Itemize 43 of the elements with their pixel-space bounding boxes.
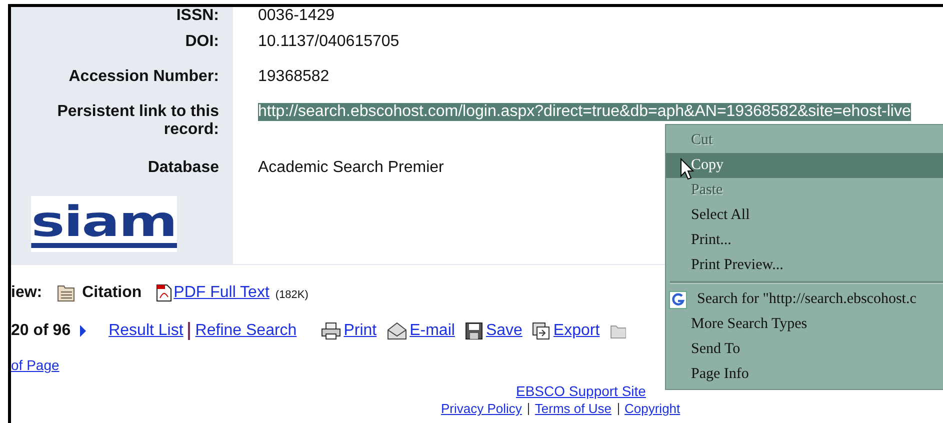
field-value: Academic Search Premier — [258, 159, 444, 177]
selected-link-text: http://search.ebscohost.com/login.aspx?direct=true&db=aph&AN=19368582&site=ehost-live — [258, 103, 911, 121]
field-label: DOI: — [184, 33, 219, 51]
action-link[interactable]: Save — [486, 322, 522, 340]
field-label: Database — [146, 159, 219, 177]
menu-item[interactable]: Page Info — [666, 362, 943, 387]
menu-item[interactable]: Send To — [666, 337, 943, 362]
action-link[interactable]: Print — [344, 322, 377, 340]
next-arrow-icon[interactable] — [78, 324, 87, 338]
pdf-full-text-link[interactable]: PDF Full Text — [174, 284, 270, 302]
pdf-icon — [156, 284, 172, 302]
siam-logo: siam — [31, 196, 177, 252]
footer-link[interactable]: Terms of Use — [534, 401, 612, 416]
google-icon — [669, 290, 687, 308]
action-link[interactable]: E-mail — [410, 322, 455, 340]
refine-search-link[interactable]: Refine Search — [195, 322, 297, 340]
footer-link[interactable]: Privacy Policy — [441, 401, 522, 416]
support-site-link[interactable]: EBSCO Support Site — [516, 383, 646, 399]
action-link[interactable]: Export — [553, 322, 600, 340]
printer-icon — [320, 322, 341, 340]
export-icon — [532, 322, 550, 340]
field-label: Persistent link to this record: — [56, 103, 219, 139]
view-label: iew: — [11, 284, 42, 302]
document-icon — [56, 284, 76, 302]
top-of-page-link[interactable]: of Page — [11, 357, 60, 373]
menu-item[interactable]: Select All — [666, 203, 943, 228]
result-list-link[interactable]: Result List — [108, 322, 184, 340]
folder-icon[interactable] — [610, 323, 626, 339]
footer-link[interactable]: Copyright — [624, 401, 680, 416]
citation-label: Citation — [82, 284, 142, 302]
menu-item[interactable]: Search for "http://search.ebscohost.c — [666, 287, 943, 312]
menu-item[interactable]: Copy — [666, 153, 943, 178]
envelope-icon — [386, 322, 407, 340]
menu-item[interactable]: Print... — [666, 228, 943, 253]
result-position: 20 of 96 — [11, 322, 71, 340]
menu-item[interactable]: More Search Types — [666, 312, 943, 337]
file-size: (182K) — [275, 289, 308, 301]
field-value: 10.1137/040615705 — [258, 33, 400, 51]
field-label: Accession Number: — [68, 68, 219, 86]
field-label: ISSN: — [175, 7, 219, 25]
menu-item[interactable]: Print Preview... — [666, 253, 943, 278]
field-value: 0036-1429 — [258, 7, 335, 25]
field-value: 19368582 — [258, 68, 330, 86]
